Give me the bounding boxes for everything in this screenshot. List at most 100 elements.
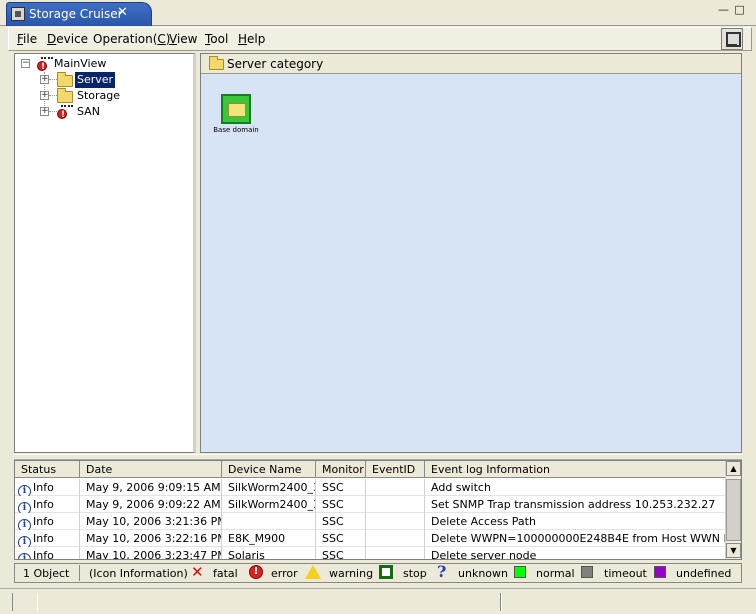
monitor-cell: SSC xyxy=(316,513,366,530)
tab-title: Storage Cruiser xyxy=(29,7,123,21)
stop-icon xyxy=(379,565,393,579)
status-segment xyxy=(12,593,38,611)
info-icon: i xyxy=(18,502,31,513)
column-header-device-name[interactable]: Device Name xyxy=(222,461,316,478)
tree-panel: − MainView + Server + Storage + SAN xyxy=(14,53,196,453)
legend-fatal: fatal xyxy=(213,567,238,580)
menu-view[interactable]: View xyxy=(169,32,197,46)
object-count: 1 Object xyxy=(23,567,70,580)
legend-normal: normal xyxy=(536,567,575,580)
device-cell xyxy=(222,513,316,530)
table-row[interactable]: i Info May 10, 2006 3:22:16 PM E8K_M900 S… xyxy=(15,530,727,547)
folder-icon xyxy=(57,72,73,87)
status-bar xyxy=(0,588,756,614)
fatal-icon: ✕ xyxy=(191,563,204,581)
monitor-cell: SSC xyxy=(316,496,366,513)
status-cell: i Info xyxy=(15,530,80,547)
icon-legend-bar: 1 Object (Icon Information) ✕ fatal ! er… xyxy=(14,563,742,583)
host-toolbar-icon[interactable] xyxy=(721,28,743,50)
info-cell: Delete server node xyxy=(425,547,727,559)
error-icon: ! xyxy=(249,565,263,579)
legend-warning: warning xyxy=(329,567,374,580)
menu-tool[interactable]: Tool xyxy=(205,32,228,46)
status-segment xyxy=(500,593,502,611)
legend-info-label: (Icon Information) xyxy=(89,567,188,580)
status-cell: i Info xyxy=(15,513,80,530)
tree-item-server[interactable]: + Server xyxy=(19,72,189,88)
tree-label-mainview: MainView xyxy=(54,57,107,70)
info-cell: Set SNMP Trap transmission address 10.25… xyxy=(425,496,727,513)
info-icon: i xyxy=(18,536,31,547)
timeout-swatch-icon xyxy=(581,566,593,578)
legend-undefined: undefined xyxy=(676,567,732,580)
tree-item-storage[interactable]: + Storage xyxy=(19,88,189,104)
expand-icon[interactable]: + xyxy=(40,107,49,116)
date-cell: May 10, 2006 3:22:16 PM xyxy=(80,530,222,547)
info-cell: Delete WWPN=100000000E248B4E from Host W… xyxy=(425,530,727,547)
eventid-cell xyxy=(366,496,425,513)
column-header-date[interactable]: Date xyxy=(80,461,222,478)
close-icon[interactable]: ✕ xyxy=(117,5,128,20)
info-cell: Delete Access Path xyxy=(425,513,727,530)
eventid-cell xyxy=(366,547,425,559)
tree-item-mainview[interactable]: − MainView xyxy=(19,56,189,75)
device-cell: Solaris xyxy=(222,547,316,559)
date-cell: May 10, 2006 3:23:47 PM xyxy=(80,547,222,559)
base-domain-label: Base domain xyxy=(213,126,259,134)
base-domain-tile[interactable]: Base domain xyxy=(213,94,259,138)
menu-bar: File Device Operation(C) View Tool Help xyxy=(8,27,752,51)
column-header-status[interactable]: Status xyxy=(15,461,80,478)
collapse-icon[interactable]: − xyxy=(21,59,30,68)
expand-icon[interactable]: + xyxy=(40,91,49,100)
info-icon: i xyxy=(18,485,31,496)
category-title: Server category xyxy=(227,57,324,71)
legend-timeout: timeout xyxy=(604,567,647,580)
scroll-down-icon[interactable]: ▼ xyxy=(726,543,741,558)
eventid-cell xyxy=(366,479,425,496)
log-scrollbar[interactable]: ▲ ▼ xyxy=(725,461,741,559)
tab-storage-cruiser[interactable]: Storage Cruiser ✕ xyxy=(6,2,152,26)
table-row[interactable]: i Info May 10, 2006 3:21:36 PM SSC Delete… xyxy=(15,513,727,530)
date-cell: May 9, 2006 9:09:22 AM xyxy=(80,496,222,513)
menu-help[interactable]: Help xyxy=(238,32,265,46)
info-cell: Add switch xyxy=(425,479,727,496)
scroll-up-icon[interactable]: ▲ xyxy=(726,461,741,476)
column-header-eventid[interactable]: EventID xyxy=(366,461,425,478)
status-cell: i Info xyxy=(15,547,80,559)
folder-icon xyxy=(57,88,73,103)
device-cell: SilkWorm2400_3 xyxy=(222,479,316,496)
table-row[interactable]: i Info May 9, 2006 9:09:22 AM SilkWorm240… xyxy=(15,496,727,513)
title-bar: Storage Cruiser ✕ — □ xyxy=(0,0,756,26)
menu-file[interactable]: File xyxy=(17,32,37,46)
tree-label-san: SAN xyxy=(77,105,100,118)
expand-icon[interactable]: + xyxy=(40,75,49,84)
date-cell: May 10, 2006 3:21:36 PM xyxy=(80,513,222,530)
table-row[interactable]: i Info May 9, 2006 9:09:15 AM SilkWorm240… xyxy=(15,479,727,496)
event-log-table: Status Date Device Name Monitor EventID … xyxy=(14,460,742,560)
info-icon: i xyxy=(18,553,31,559)
table-row[interactable]: i Info May 10, 2006 3:23:47 PM Solaris SS… xyxy=(15,547,727,559)
legend-unknown: unknown xyxy=(458,567,508,580)
scroll-thumb[interactable] xyxy=(726,479,741,541)
column-header-monitor[interactable]: Monitor xyxy=(316,461,366,478)
warning-icon xyxy=(305,565,321,579)
eventid-cell xyxy=(366,513,425,530)
folder-icon xyxy=(209,56,224,70)
monitor-cell: SSC xyxy=(316,547,366,559)
maximize-icon[interactable]: □ xyxy=(733,4,746,16)
minimize-icon[interactable]: — xyxy=(717,4,730,16)
status-cell: i Info xyxy=(15,496,80,513)
eventid-cell xyxy=(366,530,425,547)
tree-item-san[interactable]: + SAN xyxy=(19,104,189,123)
column-header-event-info[interactable]: Event log Information xyxy=(425,461,727,478)
legend-divider xyxy=(79,565,80,581)
monitor-cell: SSC xyxy=(316,530,366,547)
tree-label-server: Server xyxy=(75,72,116,88)
domain-icon xyxy=(221,94,251,124)
status-cell: i Info xyxy=(15,479,80,496)
menu-operation[interactable]: Operation(C) xyxy=(93,32,170,46)
menu-device[interactable]: Device xyxy=(47,32,88,46)
device-cell: SilkWorm2400_3 xyxy=(222,496,316,513)
table-header: Status Date Device Name Monitor EventID … xyxy=(15,461,727,478)
info-icon: i xyxy=(18,519,31,530)
